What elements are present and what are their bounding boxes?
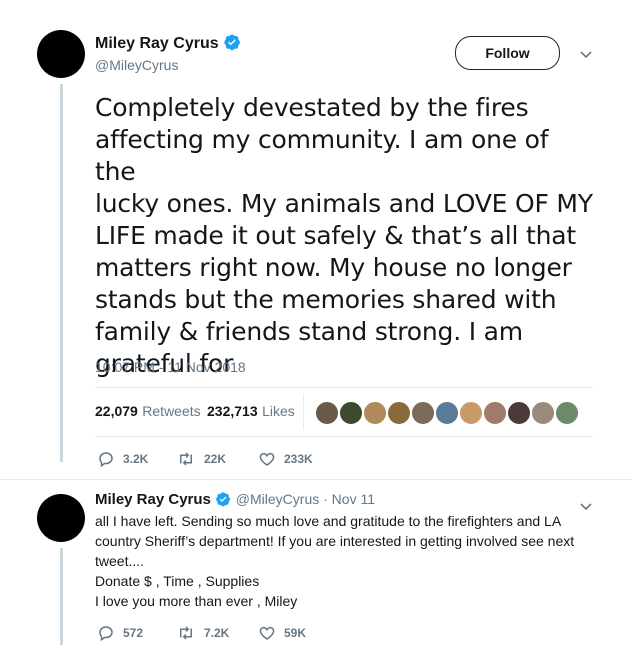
reply-reply-count: 572	[123, 626, 144, 640]
liker-avatar[interactable]	[530, 400, 556, 426]
liker-avatar[interactable]	[386, 400, 412, 426]
divider-top	[95, 387, 593, 388]
reply-retweet-count: 7.2K	[204, 626, 230, 640]
retweet-icon	[180, 626, 192, 640]
reply-retweet-action[interactable]: 7.2K	[176, 624, 229, 642]
liker-avatar[interactable]	[434, 400, 460, 426]
reply-count: 3.2K	[123, 452, 149, 466]
reply-line: I love you more than ever , Miley	[95, 593, 298, 609]
author-handle[interactable]: @MileyCyrus	[95, 57, 178, 73]
retweet-icon	[180, 452, 192, 466]
author-name[interactable]: Miley Ray Cyrus	[95, 35, 219, 52]
retweet-action[interactable]: 22K	[176, 450, 226, 468]
like-count: 233K	[284, 452, 313, 466]
divider-bottom	[95, 436, 593, 437]
liker-avatar[interactable]	[554, 400, 580, 426]
likes-label: Likes	[262, 403, 295, 419]
heart-icon	[259, 626, 275, 640]
likes-count: 232,713	[207, 403, 258, 419]
like-action[interactable]: 233K	[258, 450, 313, 468]
liker-avatar[interactable]	[410, 400, 436, 426]
reply-line: Donate $ , Time , Supplies	[95, 573, 260, 589]
liker-avatar[interactable]	[458, 400, 484, 426]
tweet-options-chevron-icon[interactable]	[580, 46, 592, 64]
thread-line	[60, 84, 63, 462]
reply-thread-line	[60, 548, 63, 645]
reply-line: country Sheriff’s department! If you are…	[95, 533, 575, 549]
reply-verified-badge-icon	[215, 491, 231, 512]
liker-avatar[interactable]	[338, 400, 364, 426]
reply-reply-action[interactable]: 572	[97, 624, 143, 642]
reply-action[interactable]: 3.2K	[97, 450, 148, 468]
tweet-text: Completely devestated by the fires affec…	[95, 93, 593, 378]
heart-icon	[259, 452, 275, 466]
liker-avatar[interactable]	[482, 400, 508, 426]
tweet-timestamp[interactable]: 10:07 PM - 11 Nov 2018	[95, 359, 246, 375]
reply-icon	[99, 626, 113, 642]
retweet-count: 22K	[204, 452, 227, 466]
reply-like-action[interactable]: 59K	[258, 624, 306, 642]
verified-badge-icon	[223, 33, 241, 56]
liker-avatars[interactable]	[314, 400, 580, 426]
stats-separator	[303, 394, 304, 430]
reply-line: tweet....	[95, 553, 145, 569]
reply-author-avatar[interactable]	[37, 494, 85, 542]
reply-icon	[99, 452, 113, 468]
retweets-stat[interactable]: 22,079 Retweets	[95, 403, 201, 421]
likes-stat[interactable]: 232,713 Likes	[207, 403, 295, 421]
reply-author-name[interactable]: Miley Ray Cyrus	[95, 491, 211, 508]
author-avatar[interactable]	[37, 30, 85, 78]
liker-avatar[interactable]	[314, 400, 340, 426]
reply-text: all I have left. Sending so much love an…	[95, 511, 595, 611]
author-name-row[interactable]: Miley Ray Cyrus	[95, 33, 241, 56]
reply-header: Miley Ray Cyrus @MileyCyrus · Nov 11	[95, 491, 375, 512]
retweets-count: 22,079	[95, 403, 138, 419]
reply-like-count: 59K	[284, 626, 307, 640]
reply-line: all I have left. Sending so much love an…	[95, 513, 562, 529]
liker-avatar[interactable]	[506, 400, 532, 426]
reply-handle-date[interactable]: @MileyCyrus · Nov 11	[236, 491, 375, 507]
tweet-separator	[0, 479, 632, 480]
retweets-label: Retweets	[142, 403, 201, 419]
follow-button[interactable]: Follow	[455, 36, 560, 70]
liker-avatar[interactable]	[362, 400, 388, 426]
